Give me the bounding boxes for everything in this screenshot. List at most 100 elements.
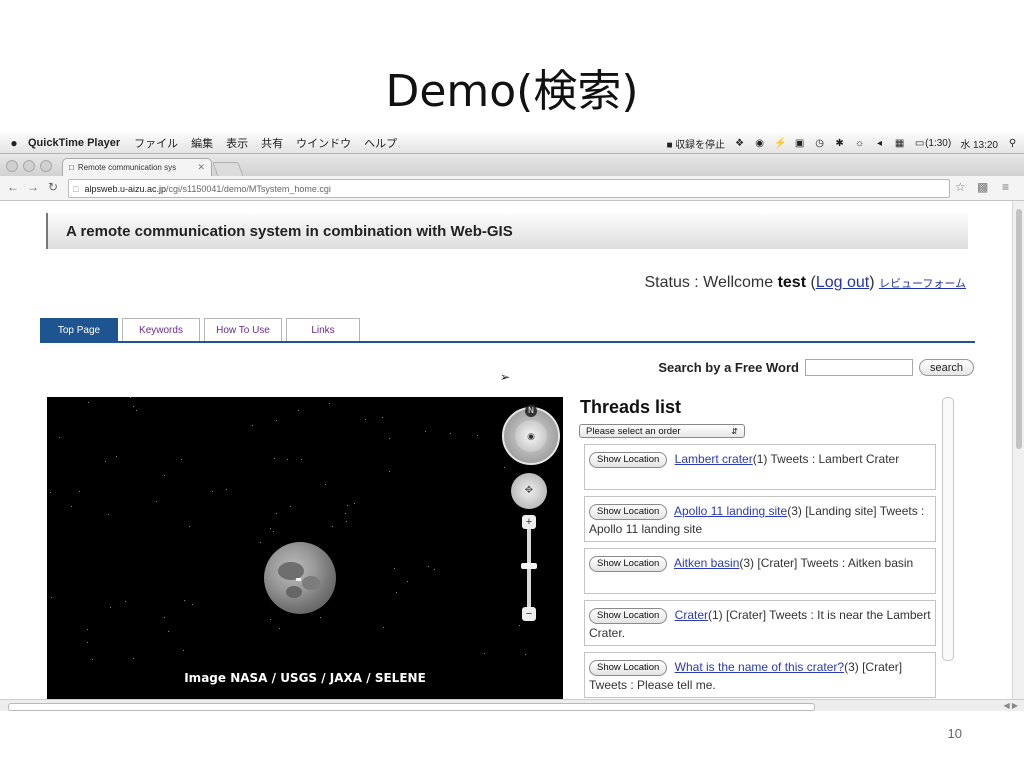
thread-item: Show Location Apollo 11 landing site(3) … — [584, 496, 936, 542]
moon-mare — [286, 586, 302, 598]
review-form-link[interactable]: レビューフォーム — [879, 278, 966, 290]
wifi-icon[interactable]: ☼ — [854, 138, 865, 149]
thread-link[interactable]: Apollo 11 landing site — [674, 504, 787, 518]
browser-tab[interactable]: □ Remote communication sys ✕ — [62, 158, 212, 176]
bluetooth-icon[interactable]: ✱ — [834, 138, 845, 149]
map-attribution: Image NASA / USGS / JAXA / SELENE — [184, 671, 426, 685]
zoom-in-button[interactable]: + — [522, 515, 536, 529]
star — [87, 629, 88, 630]
star — [287, 459, 288, 460]
star — [164, 617, 165, 618]
status-line: Status : Wellcome test (Log out) レビューフォー… — [644, 274, 966, 291]
star — [428, 566, 429, 567]
star — [332, 526, 333, 527]
web-page: A remote communication system in combina… — [0, 201, 1012, 699]
apple-icon[interactable]: ● — [0, 136, 28, 150]
menu-app-name[interactable]: QuickTime Player — [28, 137, 120, 149]
page-horizontal-scrollbar[interactable]: ◀ ▶ — [0, 699, 1024, 711]
thread-link[interactable]: What is the name of this crater? — [675, 660, 844, 674]
volume-icon[interactable]: ◂ — [874, 138, 885, 149]
star — [130, 397, 131, 398]
search-button[interactable]: search — [918, 359, 974, 376]
compass-control[interactable]: N ◉ — [502, 405, 560, 465]
menu-window[interactable]: ウインドウ — [296, 135, 351, 151]
star — [79, 491, 80, 492]
address-bar[interactable]: □ alpsweb.u-aizu.ac.jp/cgi/s1150041/demo… — [68, 179, 950, 198]
menubar-clock[interactable]: 水 13:20 — [960, 136, 998, 151]
star — [354, 503, 355, 504]
star — [51, 597, 52, 598]
show-location-button[interactable]: Show Location — [589, 556, 668, 572]
thread-link[interactable]: Lambert crater — [675, 452, 753, 466]
show-location-button[interactable]: Show Location — [589, 504, 668, 520]
bookmark-star-icon[interactable]: ☆ — [955, 180, 966, 194]
menu-share[interactable]: 共有 — [261, 135, 283, 151]
zoom-out-button[interactable]: − — [522, 607, 536, 621]
show-location-button[interactable]: Show Location — [589, 660, 668, 676]
tab-links[interactable]: Links — [286, 318, 360, 342]
north-indicator[interactable]: N — [525, 405, 537, 417]
site-tabs: Top Page Keywords How To Use Links — [40, 318, 360, 342]
menu-view[interactable]: 表示 — [226, 135, 248, 151]
pan-control-icon[interactable]: ✥ — [511, 473, 547, 509]
zoom-slider-knob[interactable] — [521, 563, 537, 569]
tab-close-icon[interactable]: ✕ — [197, 162, 205, 173]
new-tab-button[interactable] — [212, 162, 244, 177]
vertical-scroll-thumb[interactable] — [1016, 209, 1022, 449]
zoom-window-button[interactable] — [40, 160, 52, 172]
moon-globe[interactable] — [264, 542, 336, 614]
close-window-button[interactable] — [6, 160, 18, 172]
back-arrow-icon[interactable]: ← — [7, 180, 19, 194]
page-icon: □ — [69, 163, 74, 172]
location-marker[interactable] — [296, 578, 301, 581]
star — [87, 642, 88, 643]
star — [320, 617, 321, 618]
star — [189, 526, 190, 527]
threads-scrollbar[interactable] — [942, 397, 954, 661]
spotlight-search-icon[interactable]: ⚲ — [1007, 138, 1018, 149]
username: test — [777, 274, 807, 291]
star — [504, 467, 505, 468]
forward-arrow-icon[interactable]: → — [27, 180, 39, 194]
order-select[interactable]: Please select an order ⇵ — [579, 424, 745, 438]
show-location-button[interactable]: Show Location — [589, 608, 668, 624]
mac-menubar: ● QuickTime Player ファイル 編集 表示 共有 ウインドウ ヘ… — [0, 133, 1024, 154]
display-icon[interactable]: ▣ — [794, 138, 805, 149]
star — [389, 438, 390, 439]
eye-icon[interactable]: ◉ — [515, 420, 547, 452]
moon-map[interactable]: N ◉ ✥ + − Image NASA / USGS / JAXA / SEL… — [47, 397, 563, 699]
page-vertical-scrollbar[interactable] — [1012, 201, 1024, 699]
search-input[interactable] — [804, 359, 913, 376]
thread-item: Show Location Aitken basin(3) [Crater] T… — [584, 548, 936, 594]
star — [396, 592, 397, 593]
minimize-window-button[interactable] — [23, 160, 35, 172]
star — [407, 581, 408, 582]
thread-link[interactable]: Aitken basin — [674, 556, 739, 570]
star — [252, 425, 253, 426]
star — [290, 506, 291, 507]
bolt-icon[interactable]: ⚡ — [774, 138, 786, 149]
dropbox-icon[interactable]: ❖ — [734, 138, 745, 149]
menu-file[interactable]: ファイル — [134, 135, 178, 151]
battery-indicator[interactable]: ▭(1:30) — [914, 138, 951, 149]
reload-icon[interactable]: ↻ — [48, 180, 58, 194]
menu-edit[interactable]: 編集 — [191, 135, 213, 151]
extension-icon[interactable]: ▩ — [977, 180, 988, 194]
tab-keywords[interactable]: Keywords — [122, 318, 200, 342]
sync-icon[interactable]: ◉ — [754, 138, 765, 149]
tab-top-page[interactable]: Top Page — [40, 318, 118, 342]
horizontal-scroll-thumb[interactable] — [8, 703, 815, 711]
tab-how-to-use[interactable]: How To Use — [204, 318, 282, 342]
threads-panel: Threads list Please select an order ⇵ Sh… — [578, 397, 954, 699]
time-machine-icon[interactable]: ◷ — [814, 138, 825, 149]
thread-list: Show Location Lambert crater(1) Tweets :… — [584, 444, 936, 699]
menu-help[interactable]: ヘルプ — [364, 135, 397, 151]
logout-link[interactable]: Log out — [816, 274, 869, 291]
scroll-arrows-icon[interactable]: ◀ ▶ — [1003, 701, 1018, 710]
menu-icon[interactable]: ≡ — [1002, 180, 1009, 194]
input-method-icon[interactable]: ▦ — [894, 138, 905, 149]
stop-recording-item[interactable]: ■ 収録を停止 — [664, 136, 726, 151]
select-arrows-icon: ⇵ — [731, 427, 738, 436]
thread-link[interactable]: Crater — [675, 608, 708, 622]
show-location-button[interactable]: Show Location — [589, 452, 668, 468]
